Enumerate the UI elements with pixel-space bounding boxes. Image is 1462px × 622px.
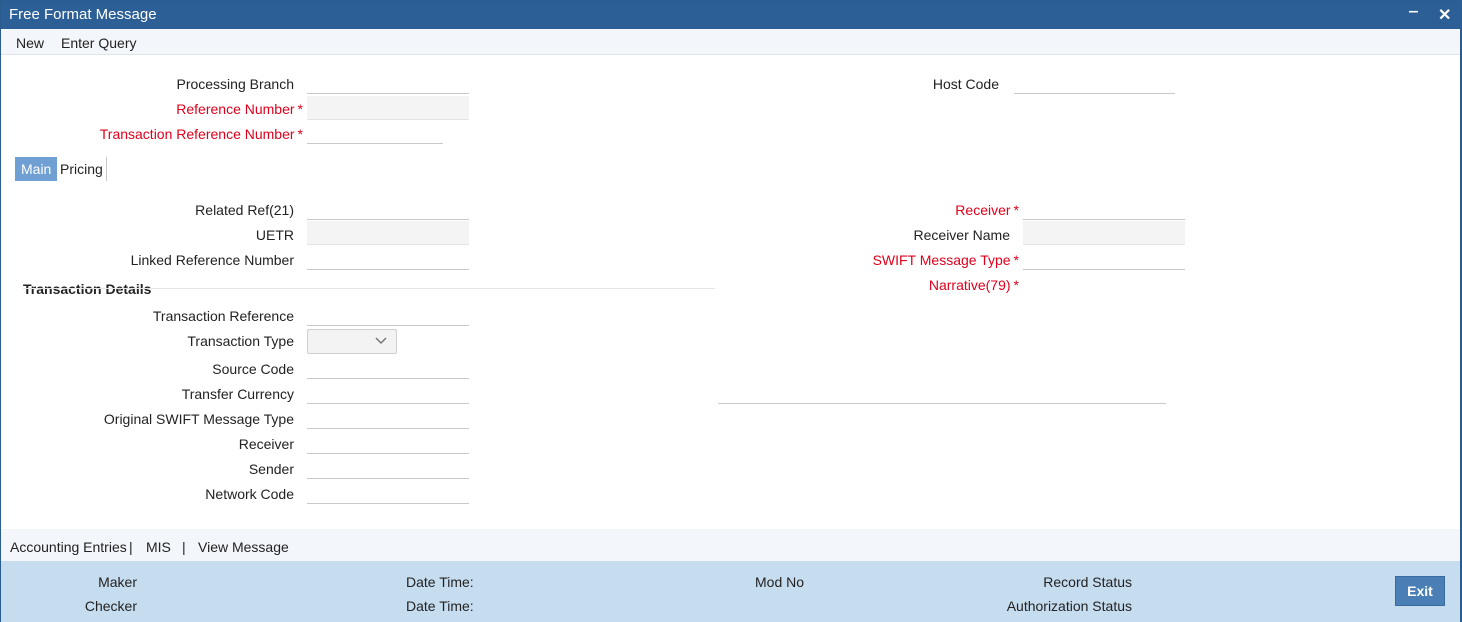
transaction-details-heading: Transaction Details (23, 281, 152, 297)
receiver-name-label: Receiver Name (913, 227, 1010, 243)
required-marker: * (1013, 252, 1019, 268)
required-marker: * (1013, 277, 1019, 293)
source-code-input[interactable] (307, 355, 469, 379)
transaction-reference-number-label: Transaction Reference Number * (100, 126, 303, 142)
window-right-edge (1460, 29, 1461, 622)
linked-reference-input[interactable] (307, 246, 469, 270)
mis-link[interactable]: MIS (146, 539, 171, 555)
narrative-textarea[interactable] (718, 403, 1166, 404)
accounting-entries-link[interactable]: Accounting Entries (10, 539, 127, 555)
linked-reference-label: Linked Reference Number (130, 252, 294, 268)
sender-input[interactable] (307, 455, 469, 479)
transaction-reference-input[interactable] (307, 302, 469, 326)
receiver-label-text: Receiver (955, 202, 1011, 218)
audit-status-bar: Maker Checker Date Time: Date Time: Mod … (1, 561, 1461, 622)
checker-date-time-label: Date Time: (406, 598, 474, 614)
host-code-label: Host Code (932, 76, 999, 92)
td-receiver-label: Receiver (238, 436, 294, 452)
receiver-label: Receiver * (955, 202, 1019, 218)
menu-bar: New Enter Query (1, 29, 1461, 55)
footer-link-bar: Accounting Entries | MIS | View Message (1, 529, 1461, 561)
related-ref-input[interactable] (307, 196, 469, 220)
transaction-type-select[interactable] (307, 329, 397, 354)
transaction-reference-number-input[interactable] (307, 120, 443, 144)
title-bar: Free Format Message ‒ ✕ (1, 1, 1461, 29)
menu-new[interactable]: New (16, 35, 44, 51)
link-separator: | (182, 539, 186, 555)
free-format-message-window: Free Format Message ‒ ✕ New Enter Query … (0, 0, 1462, 622)
required-marker: * (297, 101, 303, 117)
processing-branch-input[interactable] (307, 70, 469, 94)
uetr-input[interactable] (307, 221, 469, 245)
record-status-label: Record Status (1043, 574, 1132, 590)
maker-date-time-label: Date Time: (406, 574, 474, 590)
reference-number-input[interactable] (307, 96, 469, 120)
window-title: Free Format Message (9, 6, 157, 23)
td-receiver-input[interactable] (307, 430, 469, 454)
mod-no-label: Mod No (755, 574, 805, 590)
swift-message-type-label-text: SWIFT Message Type (872, 252, 1011, 268)
narrative-label-text: Narrative(79) (928, 277, 1011, 293)
network-code-label: Network Code (205, 486, 294, 502)
required-marker: * (1013, 202, 1019, 218)
processing-branch-label: Processing Branch (176, 76, 294, 92)
transaction-type-label: Transaction Type (187, 333, 294, 349)
related-ref-label: Related Ref(21) (195, 202, 294, 218)
swift-message-type-label: SWIFT Message Type * (873, 252, 1019, 268)
link-separator: | (129, 539, 133, 555)
receiver-name-input[interactable] (1023, 221, 1185, 245)
tab-divider (106, 157, 107, 181)
minimize-icon[interactable]: ‒ (1409, 3, 1418, 21)
required-marker: * (297, 126, 303, 142)
reference-number-label: Reference Number * (176, 101, 303, 117)
transaction-reference-number-label-text: Transaction Reference Number (99, 126, 295, 142)
transfer-currency-label: Transfer Currency (181, 386, 294, 402)
narrative-label: Narrative(79) * (929, 277, 1019, 293)
transaction-reference-label: Transaction Reference (152, 308, 294, 324)
section-divider (23, 288, 715, 289)
chevron-down-icon (374, 333, 388, 350)
exit-button[interactable]: Exit (1395, 576, 1445, 606)
maker-label: Maker (98, 574, 137, 590)
transfer-currency-input[interactable] (307, 380, 469, 404)
network-code-input[interactable] (307, 480, 469, 504)
sender-label: Sender (248, 461, 294, 477)
swift-message-type-input[interactable] (1023, 246, 1185, 270)
view-message-link[interactable]: View Message (198, 539, 289, 555)
uetr-label: UETR (255, 227, 294, 243)
authorization-status-label: Authorization Status (1006, 598, 1132, 614)
host-code-input[interactable] (1014, 70, 1175, 94)
original-swift-message-type-input[interactable] (307, 405, 469, 429)
source-code-label: Source Code (212, 361, 294, 377)
close-icon[interactable]: ✕ (1438, 5, 1451, 25)
tab-pricing[interactable]: Pricing (54, 157, 109, 181)
checker-label: Checker (84, 598, 137, 614)
original-swift-message-type-label: Original SWIFT Message Type (103, 411, 294, 427)
reference-number-label-text: Reference Number (176, 101, 295, 117)
receiver-input[interactable] (1023, 196, 1185, 220)
menu-enter-query[interactable]: Enter Query (61, 35, 136, 51)
tab-main[interactable]: Main (15, 157, 58, 181)
